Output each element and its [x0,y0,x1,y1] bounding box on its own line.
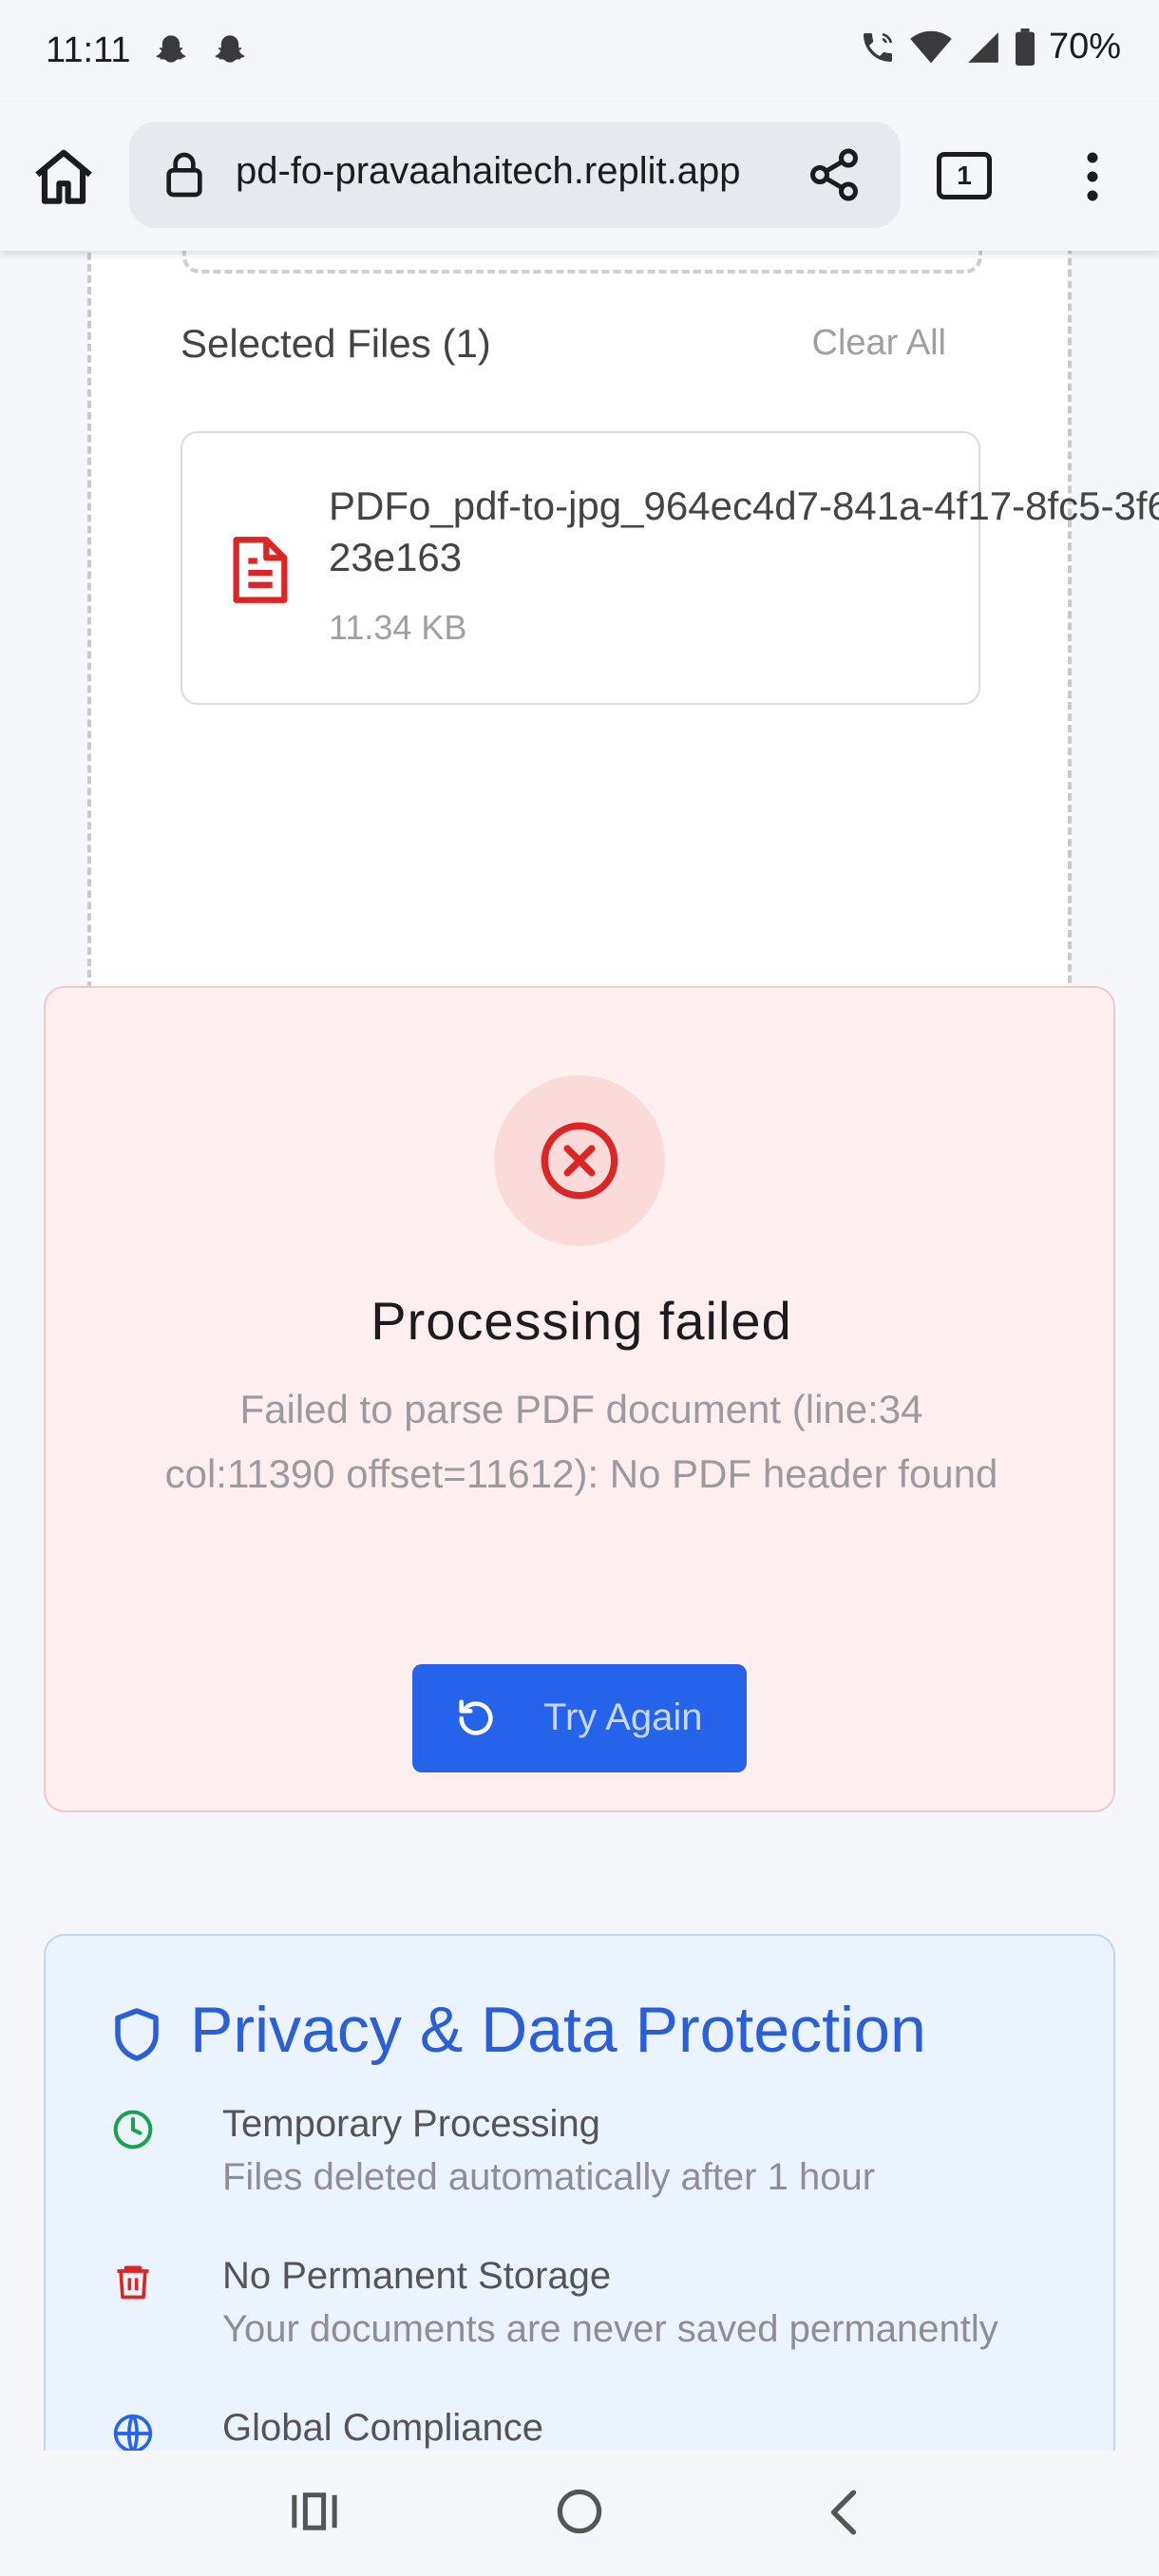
signal-icon [968,31,998,63]
feature-title: No Permanent Storage [222,2255,612,2297]
file-item: PDFo_pdf-to-jpg_964ec4d7-841a-4f17-8fc5-… [180,431,1159,705]
url-text[interactable]: pd-fo-pravaahaitech.replit.app [236,150,787,193]
trash-icon [117,2265,149,2300]
status-time: 11:11 [46,30,131,70]
dropzone[interactable] [182,251,982,274]
battery-percent: 70% [1048,27,1121,66]
back-icon[interactable] [821,2489,866,2536]
selected-files-title: Selected Files (1) [180,321,491,366]
try-again-button[interactable]: Try Again [412,1664,747,1772]
snapchat-icon [215,35,245,63]
wifi-icon [910,30,952,63]
browser-toolbar: pd-fo-pravaahaitech.replit.app 1 [0,103,1159,251]
status-system-icons: 70% [859,27,1121,67]
lock-icon[interactable] [158,148,211,201]
file-text-icon [233,537,288,603]
snapchat-icon [156,35,186,63]
privacy-card: Privacy & Data Protection Temporary Proc… [44,1934,1115,2451]
feature-title: Temporary Processing [222,2103,600,2145]
share-icon[interactable] [806,146,863,203]
upload-card: Selected Files (1) Clear All PDFo_pdf-to… [87,251,1159,1079]
recent-apps-icon[interactable] [291,2491,338,2532]
clear-all-button[interactable]: Clear All [812,323,947,364]
globe-icon [113,2414,153,2451]
battery-icon [1015,28,1035,66]
address-bar[interactable]: pd-fo-pravaahaitech.replit.app [129,122,901,228]
refresh-icon [459,1699,493,1735]
clock-icon [113,2110,153,2150]
tab-switcher-button[interactable]: 1 [937,152,992,199]
system-nav-bar [0,2451,1159,2576]
try-again-label: Try Again [543,1696,703,1738]
feature-desc: Files deleted automatically after 1 hour [222,2156,876,2198]
home-icon[interactable] [28,142,99,213]
error-card: Processing failed Failed to parse PDF do… [44,986,1115,1812]
privacy-title: Privacy & Data Protection [190,1994,926,2066]
file-name: PDFo_pdf-to-jpg_964ec4d7-841a-4f17-8fc5-… [329,483,1159,579]
error-message: Failed to parse PDF document (line:34 co… [164,1387,998,1496]
status-bar: 11:11 70% [0,0,1159,103]
feature-title: Global Compliance [222,2407,543,2449]
error-badge [494,1075,665,1246]
more-menu-icon[interactable] [1074,148,1112,205]
home-nav-icon[interactable] [555,2487,604,2536]
shield-icon [115,2008,159,2061]
wifi-call-icon [863,32,892,62]
file-size: 11.34 KB [329,608,467,647]
page-content: Selected Files (1) Clear All PDFo_pdf-to… [0,251,1159,2451]
error-x-icon [541,1122,618,1200]
feature-desc: Your documents are never saved permanent… [222,2308,998,2350]
error-title: Processing failed [370,1291,792,1351]
